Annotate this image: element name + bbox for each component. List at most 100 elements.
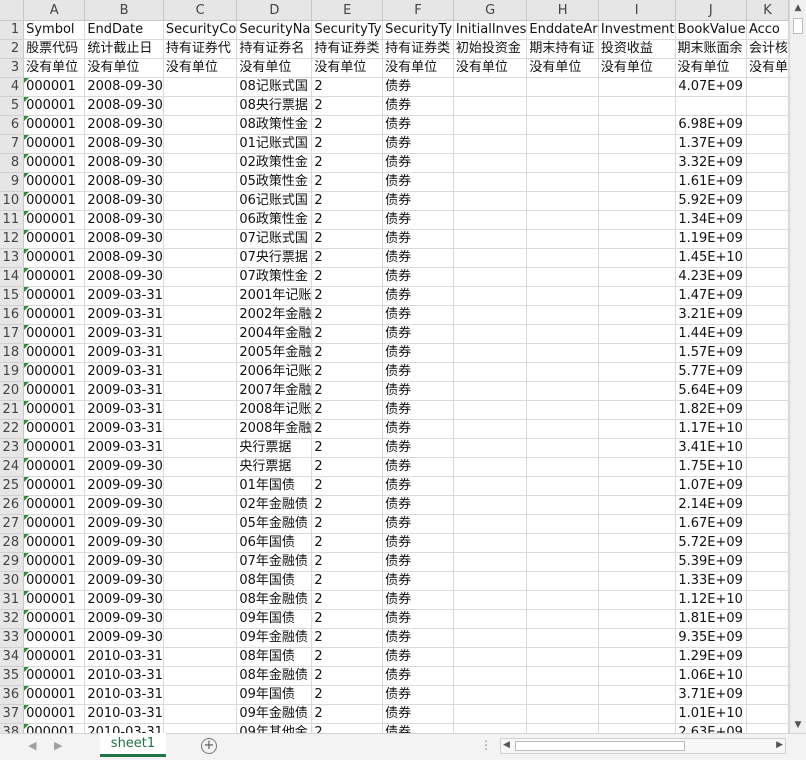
cell[interactable]: 05年金融债 (236, 514, 313, 534)
cell[interactable]: 000001 (23, 476, 86, 496)
cell[interactable]: 债券 (382, 685, 454, 705)
cell[interactable]: 9.35E+09 (675, 628, 747, 648)
cell[interactable]: 000001 (23, 723, 86, 733)
cell[interactable]: 债券 (382, 115, 454, 135)
cell[interactable] (453, 628, 528, 648)
cell[interactable]: 1.29E+09 (675, 647, 747, 667)
cell[interactable]: 1.47E+09 (675, 286, 747, 306)
cell[interactable]: 债券 (382, 153, 454, 173)
cell[interactable]: 08年国债 (236, 571, 313, 591)
cell[interactable]: 2004年金融 (236, 324, 313, 344)
cell[interactable]: EndDate (84, 20, 164, 40)
cell[interactable]: 债券 (382, 609, 454, 629)
cell[interactable]: 2 (311, 115, 384, 135)
cell[interactable] (453, 514, 528, 534)
cell[interactable]: 2 (311, 96, 384, 116)
cell[interactable]: 2 (311, 400, 384, 420)
sheet-next-icon[interactable]: ▶ (54, 739, 62, 752)
cell[interactable] (598, 229, 676, 249)
cell[interactable] (453, 571, 528, 591)
cell[interactable] (746, 666, 789, 686)
cell[interactable]: 债券 (382, 419, 454, 439)
cell[interactable]: 债券 (382, 286, 454, 306)
cell[interactable] (526, 723, 599, 733)
cell[interactable]: 没有单位 (236, 58, 313, 78)
cell[interactable]: 持有证券名 (236, 39, 313, 59)
cell[interactable] (746, 457, 789, 477)
cell[interactable] (453, 552, 528, 572)
cell[interactable]: 2008-09-30 (84, 115, 164, 135)
scroll-up-icon[interactable]: ▲ (790, 0, 806, 16)
cell[interactable]: 09年金融债 (236, 628, 313, 648)
cell[interactable]: 2 (311, 571, 384, 591)
cell[interactable]: 3.71E+09 (675, 685, 747, 705)
cell[interactable] (526, 400, 599, 420)
cell[interactable]: 债券 (382, 666, 454, 686)
cell[interactable]: 2008-09-30 (84, 248, 164, 268)
cell[interactable] (746, 704, 789, 724)
cell[interactable]: 06记账式国 (236, 191, 313, 211)
cell[interactable]: 2009-09-30 (84, 590, 164, 610)
cell[interactable] (598, 343, 676, 363)
cell[interactable]: 000001 (23, 685, 86, 705)
cell[interactable]: 2 (311, 324, 384, 344)
cell[interactable]: 债券 (382, 438, 454, 458)
cell[interactable] (526, 115, 599, 135)
cell[interactable]: 2002年金融 (236, 305, 313, 325)
cell[interactable] (526, 381, 599, 401)
cell[interactable] (526, 210, 599, 230)
cell[interactable]: 2 (311, 134, 384, 154)
cell[interactable]: SecurityNa (236, 20, 313, 40)
row-header[interactable]: 8 (0, 153, 25, 173)
cell[interactable]: 08记账式国 (236, 77, 313, 97)
more-options-icon[interactable]: ⋮ (480, 738, 492, 752)
cell[interactable]: 07政策性金 (236, 267, 313, 287)
cell[interactable]: 债券 (382, 628, 454, 648)
cell[interactable]: 2 (311, 172, 384, 192)
cell[interactable] (526, 96, 599, 116)
column-header[interactable]: G (453, 0, 528, 21)
cell[interactable]: 债券 (382, 96, 454, 116)
cell[interactable] (453, 77, 528, 97)
cell[interactable] (453, 609, 528, 629)
cell[interactable] (746, 343, 789, 363)
cell[interactable]: 没有单位 (453, 58, 528, 78)
cell[interactable] (163, 400, 238, 420)
cell[interactable] (453, 305, 528, 325)
cell[interactable] (163, 685, 238, 705)
cell[interactable]: 000001 (23, 381, 86, 401)
cell[interactable]: 债券 (382, 495, 454, 515)
cell[interactable]: 2009-03-31 (84, 400, 164, 420)
cell[interactable] (163, 495, 238, 515)
cell[interactable]: 2008-09-30 (84, 134, 164, 154)
cell[interactable] (746, 590, 789, 610)
cell[interactable] (526, 552, 599, 572)
cell[interactable]: BookValue (675, 20, 747, 40)
cell[interactable]: 000001 (23, 552, 86, 572)
row-header[interactable]: 19 (0, 362, 25, 382)
cell[interactable] (598, 571, 676, 591)
cell[interactable]: 持有证券类 (382, 39, 454, 59)
cell[interactable] (746, 362, 789, 382)
cell[interactable] (526, 286, 599, 306)
cell[interactable] (598, 77, 676, 97)
cell[interactable]: 债券 (382, 571, 454, 591)
cell[interactable] (163, 438, 238, 458)
cell[interactable] (598, 267, 676, 287)
column-header[interactable]: F (382, 0, 454, 21)
cell[interactable] (163, 628, 238, 648)
cell[interactable]: 2 (311, 286, 384, 306)
cell[interactable]: 会计核 (746, 39, 789, 59)
cell[interactable]: 07记账式国 (236, 229, 313, 249)
cell[interactable]: 2009-03-31 (84, 343, 164, 363)
cell[interactable] (163, 609, 238, 629)
cell[interactable] (746, 96, 789, 116)
cell[interactable]: 2007年金融 (236, 381, 313, 401)
vertical-scrollbar[interactable]: ▲ ▼ (789, 0, 806, 733)
cell[interactable]: 1.44E+09 (675, 324, 747, 344)
cell[interactable] (453, 704, 528, 724)
cell[interactable] (453, 153, 528, 173)
cell[interactable]: 5.39E+09 (675, 552, 747, 572)
row-header[interactable]: 26 (0, 495, 25, 515)
column-header[interactable]: I (598, 0, 676, 21)
